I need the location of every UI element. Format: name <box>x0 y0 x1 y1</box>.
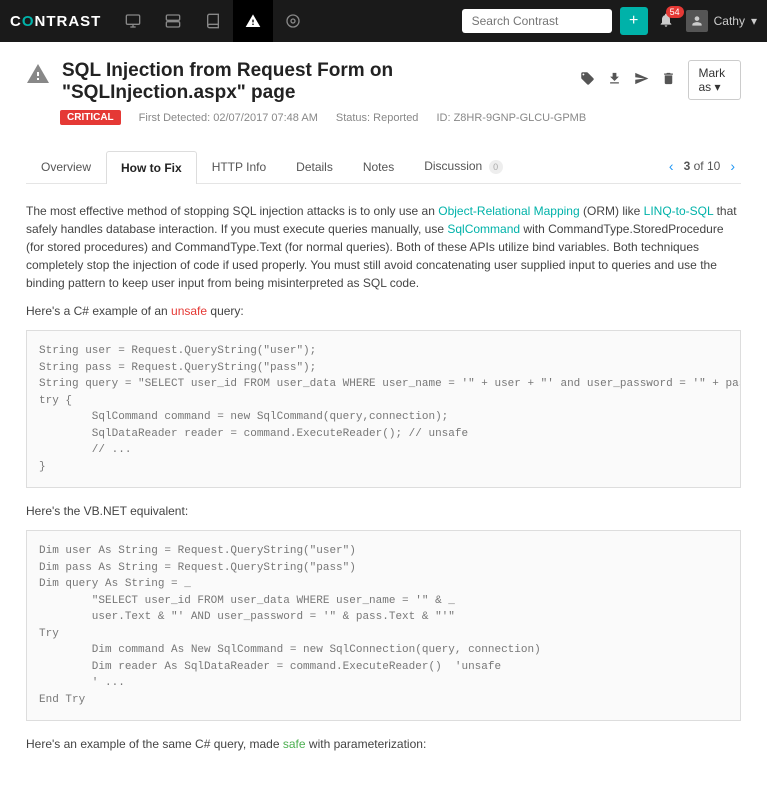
pager-prev-icon[interactable]: ‹ <box>669 158 674 174</box>
safe-label: safe <box>283 737 306 751</box>
tab-overview[interactable]: Overview <box>26 150 106 183</box>
tab-notes[interactable]: Notes <box>348 150 409 183</box>
first-detected: First Detected: 02/07/2017 07:48 AM <box>139 112 318 124</box>
logo-text-post: NTRAST <box>35 13 102 30</box>
logo-text-accent: O <box>22 13 35 30</box>
linq-link[interactable]: LINQ-to-SQL <box>644 204 714 218</box>
username-label: Cathy <box>714 14 745 28</box>
tab-http-info[interactable]: HTTP Info <box>197 150 281 183</box>
csharp-safe-label: Here's an example of the same C# query, … <box>26 735 741 753</box>
logo-text-pre: C <box>10 13 22 30</box>
add-button[interactable]: + <box>620 7 648 35</box>
vbnet-unsafe-code: Dim user As String = Request.QueryString… <box>26 530 741 721</box>
unsafe-label: unsafe <box>171 304 207 318</box>
sqlcommand-link[interactable]: SqlCommand <box>447 222 520 236</box>
trash-icon[interactable] <box>661 71 676 90</box>
mark-as-button[interactable]: Mark as ▾ <box>688 60 742 100</box>
download-icon[interactable] <box>607 71 622 90</box>
user-menu[interactable]: Cathy ▾ <box>686 10 757 32</box>
top-navbar: CONTRAST + 54 Cathy ▾ <box>0 0 767 42</box>
notifications-icon[interactable]: 54 <box>658 12 674 31</box>
vulnerability-header: SQL Injection from Request Form on "SQLI… <box>26 60 741 104</box>
notification-badge: 54 <box>666 6 684 18</box>
vuln-id: ID: Z8HR-9GNP-GLCU-GPMB <box>436 112 586 124</box>
tab-details[interactable]: Details <box>281 150 348 183</box>
intro-paragraph: The most effective method of stopping SQ… <box>26 202 741 292</box>
warning-icon <box>26 62 50 92</box>
search-input[interactable] <box>462 9 612 33</box>
nav-analytics-icon[interactable] <box>273 0 313 42</box>
nav-icons <box>113 0 313 42</box>
how-to-fix-content: The most effective method of stopping SQ… <box>26 184 741 781</box>
nav-vulnerabilities-icon[interactable] <box>233 0 273 42</box>
avatar-icon <box>686 10 708 32</box>
vbnet-label: Here's the VB.NET equivalent: <box>26 502 741 520</box>
severity-badge: CRITICAL <box>60 110 121 125</box>
tab-how-to-fix[interactable]: How to Fix <box>106 151 197 184</box>
header-actions: Mark as ▾ <box>580 60 742 100</box>
status: Status: Reported <box>336 112 419 124</box>
pager-next-icon[interactable]: › <box>730 158 735 174</box>
page-title: SQL Injection from Request Form on "SQLI… <box>62 60 568 104</box>
meta-row: CRITICAL First Detected: 02/07/2017 07:4… <box>60 110 741 125</box>
nav-monitor-icon[interactable] <box>113 0 153 42</box>
chevron-down-icon: ▾ <box>751 14 757 28</box>
tab-discussion[interactable]: Discussion 0 <box>409 149 517 183</box>
nav-server-icon[interactable] <box>153 0 193 42</box>
logo[interactable]: CONTRAST <box>10 13 101 30</box>
tag-icon[interactable] <box>580 71 595 90</box>
page-content: SQL Injection from Request Form on "SQLI… <box>0 42 767 799</box>
pager: ‹ 3 of 10 › <box>669 158 741 174</box>
orm-link[interactable]: Object-Relational Mapping <box>438 204 579 218</box>
csharp-unsafe-label: Here's a C# example of an unsafe query: <box>26 302 741 320</box>
send-icon[interactable] <box>634 71 649 90</box>
csharp-unsafe-code: String user = Request.QueryString("user"… <box>26 330 741 488</box>
discussion-count: 0 <box>489 160 503 174</box>
nav-library-icon[interactable] <box>193 0 233 42</box>
pager-position: 3 of 10 <box>684 159 721 173</box>
tabs: Overview How to Fix HTTP Info Details No… <box>26 149 741 184</box>
